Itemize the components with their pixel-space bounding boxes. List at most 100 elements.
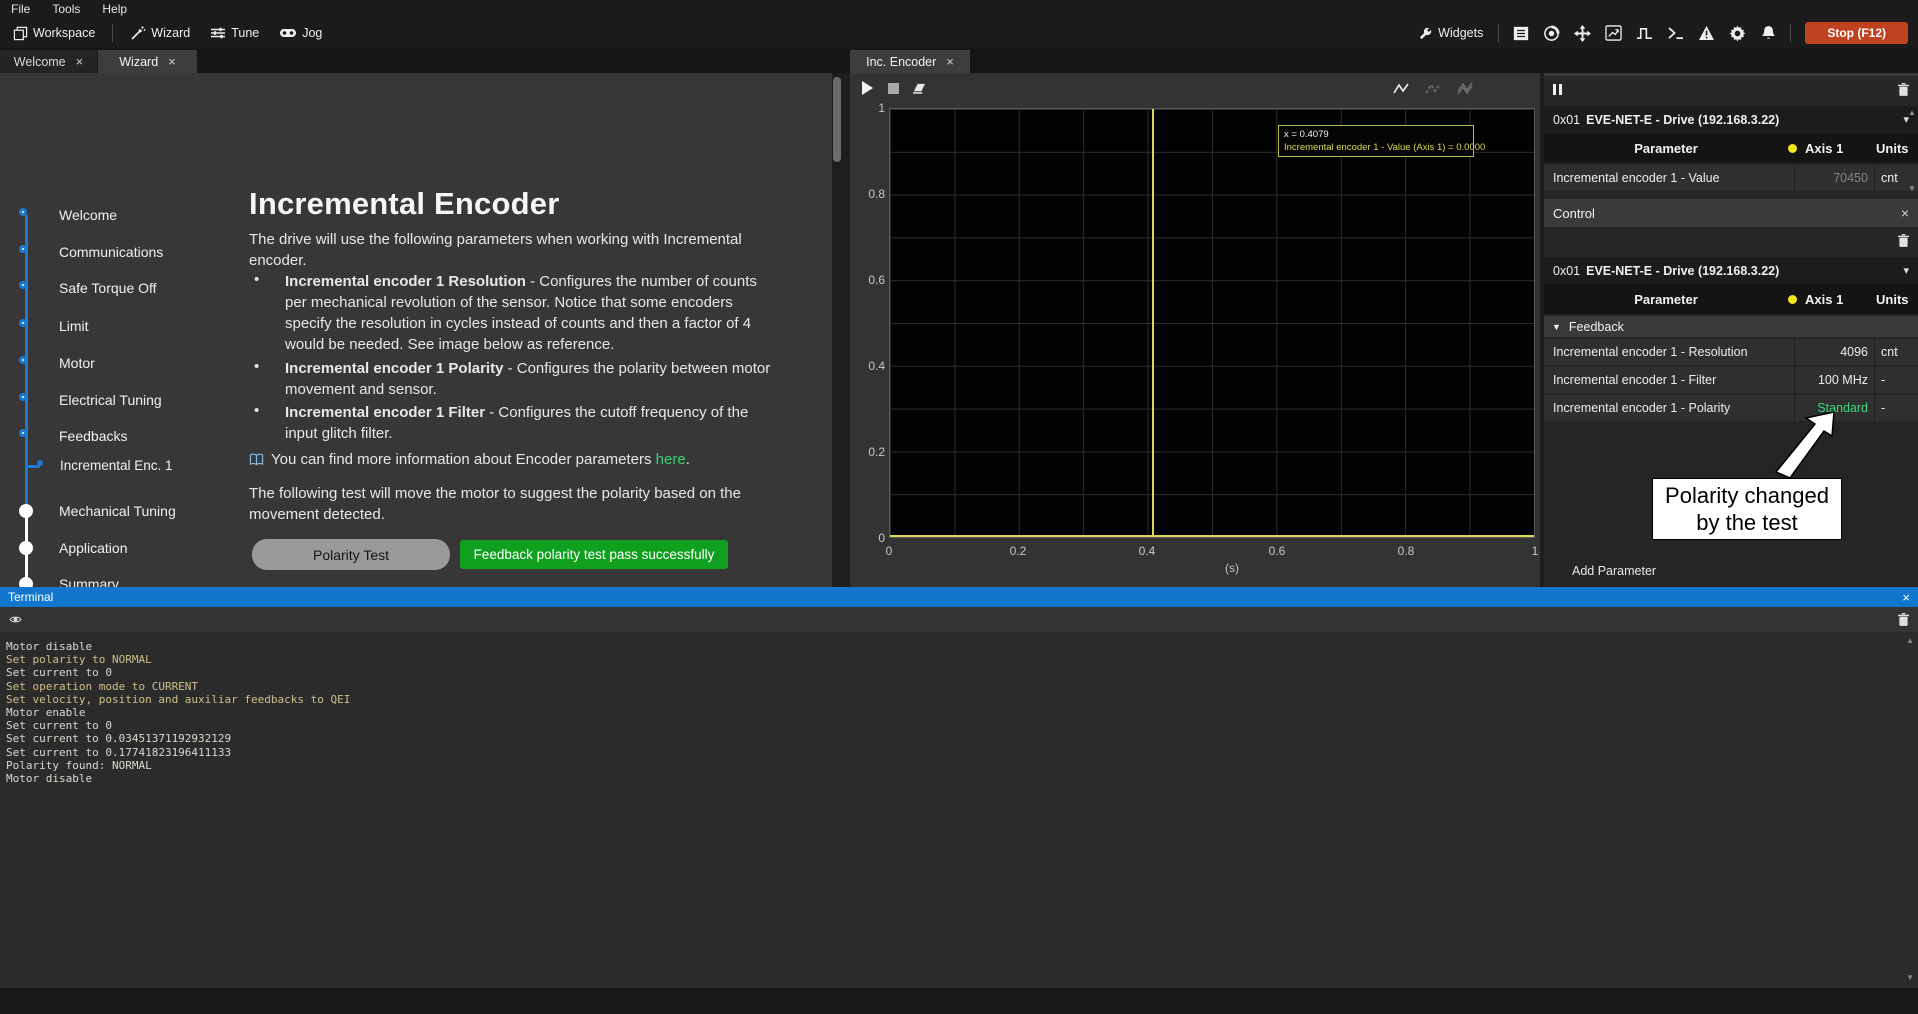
sidebar-item-summary[interactable]: Summary: [59, 576, 119, 587]
cursor-line: [1152, 109, 1154, 537]
x-tick: 0.6: [1257, 544, 1297, 558]
scope-chart-icon[interactable]: [1598, 21, 1629, 45]
scroll-up-icon[interactable]: ▲: [1906, 636, 1914, 645]
menu-tools[interactable]: Tools: [41, 0, 91, 18]
pause-icon[interactable]: [1553, 84, 1562, 95]
polarity-pass-badge: Feedback polarity test pass successfully: [460, 540, 728, 569]
eye-icon[interactable]: [9, 615, 22, 624]
sidebar-item-application[interactable]: Application: [59, 540, 128, 556]
sidebar-item-limit[interactable]: Limit: [59, 318, 89, 334]
table-view-icon[interactable]: [1505, 21, 1536, 45]
step-dot-communications[interactable]: [19, 245, 27, 253]
terminal-icon[interactable]: [1660, 21, 1691, 45]
wrench-icon: [1418, 26, 1433, 41]
tune-button[interactable]: Tune: [201, 21, 268, 45]
square-wave-icon[interactable]: [1629, 21, 1660, 45]
tab-inc-encoder[interactable]: Inc. Encoder×: [850, 50, 970, 73]
table-row-filter[interactable]: Incremental encoder 1 - Filter 100 MHz -: [1544, 367, 1918, 393]
info-line: You can find more information about Enco…: [249, 449, 690, 470]
sidebar-item-safe-torque-off[interactable]: Safe Torque Off: [59, 280, 157, 296]
terminal-line: Polarity found: NORMAL: [6, 759, 1918, 772]
menu-file[interactable]: File: [0, 0, 41, 18]
y-tick: 0.8: [855, 187, 885, 201]
sidebar-item-electrical-tuning[interactable]: Electrical Tuning: [59, 392, 162, 408]
step-dot-incremental-enc-1[interactable]: [37, 460, 43, 466]
warning-icon[interactable]: [1691, 21, 1722, 45]
signal-dashed-icon[interactable]: [1420, 77, 1446, 99]
terminal-titlebar[interactable]: Terminal ×: [0, 587, 1918, 607]
scroll-down-icon[interactable]: ▼: [1906, 973, 1914, 982]
trash-icon[interactable]: [1898, 234, 1909, 247]
sidebar-item-mechanical-tuning[interactable]: Mechanical Tuning: [59, 503, 176, 519]
stop-button[interactable]: Stop (F12): [1805, 22, 1908, 44]
table-row[interactable]: Incremental encoder 1 - Value 70450 cnt: [1544, 165, 1918, 191]
tab-welcome[interactable]: Welcome×: [0, 50, 97, 73]
feedback-group-row[interactable]: ▼ Feedback: [1544, 316, 1918, 337]
polarity-test-button[interactable]: Polarity Test: [252, 539, 450, 570]
test-paragraph: The following test will move the motor t…: [249, 483, 749, 525]
gear-icon[interactable]: [1722, 21, 1753, 45]
step-dot-application[interactable]: [19, 541, 33, 555]
monitor-icon[interactable]: [1536, 21, 1567, 45]
here-link[interactable]: here: [656, 451, 686, 468]
bottom-strip: [0, 988, 1918, 1014]
trash-icon[interactable]: [1898, 83, 1909, 96]
tab-row: Welcome× Wizard× Inc. Encoder×: [0, 48, 1918, 73]
y-tick: 1: [855, 101, 885, 115]
table-row-resolution[interactable]: Incremental encoder 1 - Resolution 4096 …: [1544, 339, 1918, 365]
close-icon[interactable]: ×: [76, 54, 84, 69]
signal-multi-icon[interactable]: [1452, 77, 1478, 99]
step-dot-motor[interactable]: [19, 356, 27, 364]
stop-record-button[interactable]: [880, 77, 906, 99]
menu-help[interactable]: Help: [91, 0, 138, 18]
control-table-header: Parameter Axis 1 Units: [1544, 284, 1918, 314]
sidebar-item-welcome[interactable]: Welcome: [59, 207, 117, 223]
add-parameter-button[interactable]: Add Parameter: [1572, 564, 1656, 578]
sidebar-item-motor[interactable]: Motor: [59, 355, 95, 371]
axis-color-dot: [1788, 144, 1797, 153]
annotation-note: Polarity changed by the test: [1652, 478, 1842, 540]
annotation-arrow: [1762, 410, 1842, 480]
close-icon[interactable]: ×: [1902, 590, 1910, 605]
y-tick: 0.4: [855, 359, 885, 373]
move-icon[interactable]: [1567, 21, 1598, 45]
table-row-polarity[interactable]: Incremental encoder 1 - Polarity Standar…: [1544, 395, 1918, 421]
scroll-up-icon[interactable]: ▲: [1908, 108, 1918, 117]
sidebar-item-incremental-enc-1[interactable]: Incremental Enc. 1: [60, 458, 173, 473]
step-dot-welcome[interactable]: [19, 208, 27, 216]
plot-area[interactable]: x = 0.4079 Incremental encoder 1 - Value…: [889, 108, 1535, 538]
close-icon[interactable]: ×: [946, 54, 954, 69]
display-drive-selector[interactable]: 0x01EVE-NET-E - Drive (192.168.3.22) ▾: [1544, 106, 1918, 133]
widgets-button[interactable]: Widgets: [1409, 22, 1492, 45]
control-drive-selector[interactable]: 0x01EVE-NET-E - Drive (192.168.3.22) ▾: [1544, 257, 1918, 284]
close-icon[interactable]: ×: [168, 54, 176, 69]
play-button[interactable]: [854, 77, 880, 99]
step-dot-feedbacks[interactable]: [19, 429, 27, 437]
workspace-button[interactable]: Workspace: [4, 22, 104, 45]
close-icon[interactable]: ×: [1901, 205, 1909, 221]
terminal-line: Motor disable: [6, 772, 1918, 785]
wizard-scrollbar[interactable]: [833, 77, 841, 162]
toolbar-divider: [112, 24, 113, 42]
jog-button[interactable]: Jog: [270, 22, 331, 44]
step-dot-mechanical-tuning[interactable]: [19, 504, 33, 518]
tab-wizard[interactable]: Wizard×: [98, 50, 197, 73]
bullet-resolution: • Incremental encoder 1 Resolution - Con…: [249, 271, 782, 355]
signal-line-icon[interactable]: [1388, 77, 1414, 99]
step-dot-electrical-tuning[interactable]: [19, 393, 27, 401]
sidebar-item-communications[interactable]: Communications: [59, 244, 163, 260]
trash-icon[interactable]: [1898, 613, 1909, 626]
step-dot-safe-torque-off[interactable]: [19, 281, 27, 289]
clear-eraser-button[interactable]: [906, 77, 932, 99]
axis-color-dot: [1788, 295, 1797, 304]
bell-icon[interactable]: [1753, 21, 1784, 45]
scroll-down-icon[interactable]: ▼: [1908, 184, 1918, 193]
toolbar-divider: [1498, 24, 1499, 42]
step-dot-limit[interactable]: [19, 319, 27, 327]
sidebar-item-feedbacks[interactable]: Feedbacks: [59, 428, 127, 444]
control-section-header: Control ×: [1544, 199, 1918, 227]
step-dot-summary[interactable]: [19, 577, 33, 587]
wizard-button[interactable]: Wizard: [121, 21, 199, 45]
plot-tooltip: x = 0.4079 Incremental encoder 1 - Value…: [1278, 125, 1474, 157]
terminal-output[interactable]: Motor disable Set polarity to NORMAL Set…: [0, 632, 1918, 988]
